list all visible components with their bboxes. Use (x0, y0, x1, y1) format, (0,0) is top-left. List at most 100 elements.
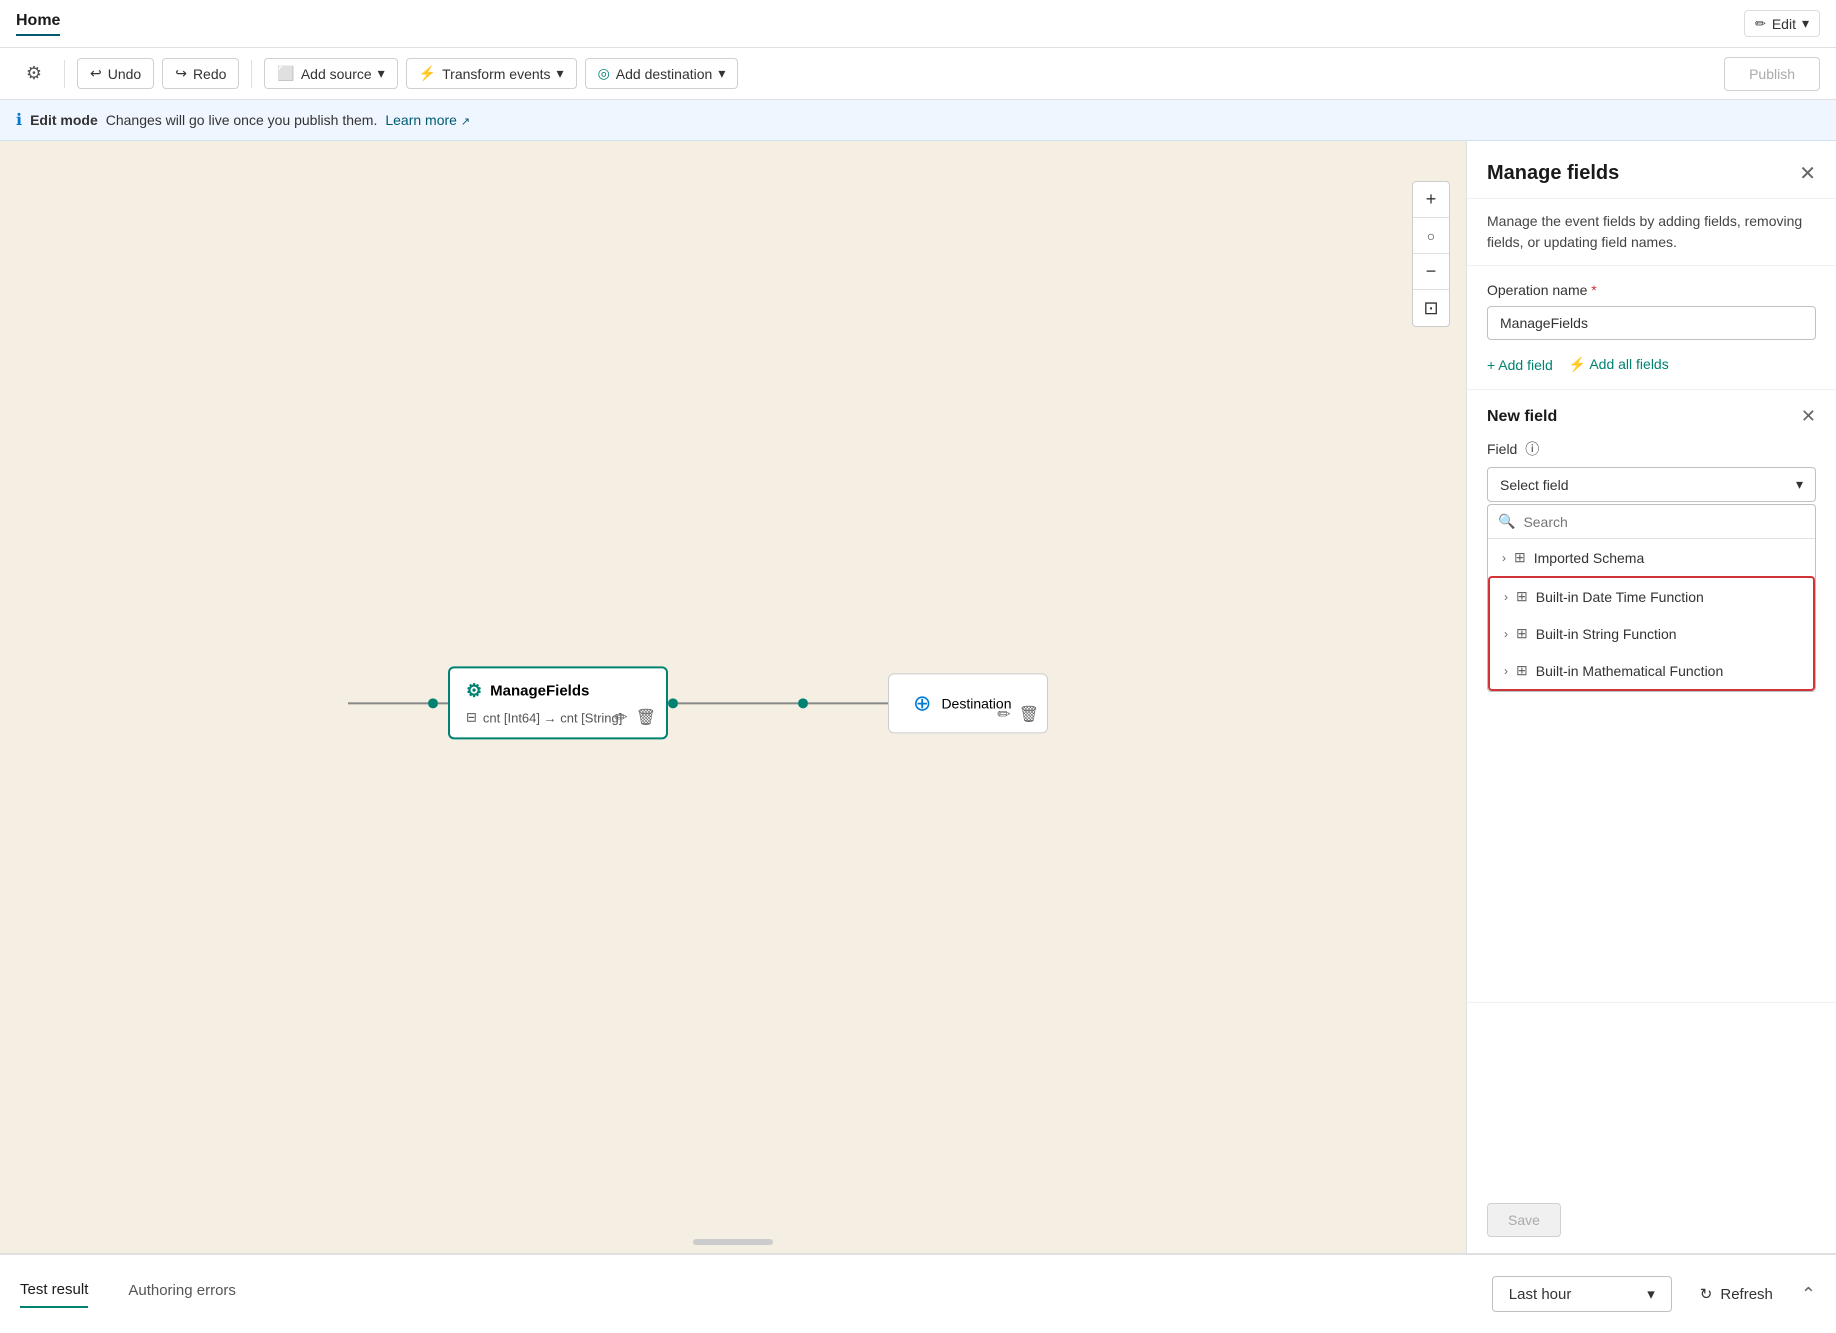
search-icon: 🔍 (1498, 513, 1515, 530)
canvas-circle-indicator: ○ (1413, 218, 1449, 254)
dropdown-item-string[interactable]: › ⊞ Built-in String Function (1490, 615, 1813, 652)
node-gear-icon: ⚙ (466, 680, 482, 701)
delete-node-button[interactable]: 🗑 (636, 707, 656, 727)
redo-button[interactable]: ↪ Redo (162, 58, 239, 89)
settings-button[interactable]: ⚙ (16, 56, 52, 92)
collapse-button[interactable]: ⌃ (1801, 1284, 1816, 1305)
redo-label: Redo (193, 66, 226, 82)
select-field-dropdown[interactable]: Select field ▾ (1487, 467, 1816, 502)
edit-destination-button[interactable]: ✏ (997, 704, 1010, 724)
new-field-close-button[interactable]: ✕ (1801, 406, 1816, 427)
panel-actions: + Add field ⚡ Add all fields (1487, 356, 1816, 373)
destination-actions: ✏ 🗑 (997, 704, 1039, 724)
node-title: ⚙ ManageFields (466, 680, 650, 701)
add-destination-button[interactable]: ◎ Add destination ▾ (585, 58, 739, 89)
tab-authoring-errors-label: Authoring errors (128, 1282, 236, 1299)
info-icon: ℹ (16, 110, 22, 130)
item-label-dt: Built-in Date Time Function (1536, 589, 1704, 605)
field-value: cnt [Int64] → cnt [String] (483, 710, 622, 725)
item-label: Imported Schema (1534, 550, 1645, 566)
chevron-icon-str: › (1504, 627, 1508, 641)
manage-fields-node[interactable]: ⚙ ManageFields ⊟ cnt [Int64] → cnt [Stri… (448, 666, 668, 739)
main-area: + ○ − ⊡ ⚙ ManageFields ⊟ cnt [Int64] (0, 141, 1836, 1253)
bottom-bar: Test result Authoring errors Last hour ▾… (0, 1253, 1836, 1333)
external-link-icon: ↗ (461, 116, 470, 128)
canvas-scrollbar[interactable] (693, 1239, 773, 1245)
undo-icon: ↩ (90, 65, 102, 82)
edit-node-button[interactable]: ✏ (614, 707, 627, 727)
panel-description: Manage the event fields by adding fields… (1467, 199, 1836, 266)
dropdown-item-datetime[interactable]: › ⊞ Built-in Date Time Function (1490, 578, 1813, 615)
redo-icon: ↪ (175, 65, 187, 82)
edit-icon: ✏ (1755, 16, 1766, 32)
delete-destination-button[interactable]: 🗑 (1019, 704, 1039, 724)
operation-name-input[interactable] (1487, 306, 1816, 340)
search-field-input[interactable] (1523, 514, 1805, 530)
add-field-button[interactable]: + Add field (1487, 356, 1553, 373)
refresh-icon: ↻ (1700, 1285, 1713, 1303)
edit-mode-bar: ℹ Edit mode Changes will go live once yo… (0, 100, 1836, 141)
flow-dot-in (428, 698, 438, 708)
add-source-chevron-icon: ▾ (378, 65, 385, 82)
learn-more-link[interactable]: Learn more ↗ (385, 112, 470, 128)
edit-label: Edit (1772, 16, 1796, 32)
flow-dot-mid (798, 698, 808, 708)
field-icon: ⊟ (466, 709, 477, 725)
learn-more-label: Learn more (385, 112, 457, 128)
publish-button[interactable]: Publish (1724, 57, 1820, 91)
panel-title: Manage fields (1487, 162, 1619, 185)
top-bar: Home ✏ Edit ▾ (0, 0, 1836, 48)
transform-events-button[interactable]: ⚡ Transform events ▾ (406, 58, 577, 89)
search-field-wrap: 🔍 (1488, 505, 1815, 539)
transform-chevron-icon: ▾ (557, 65, 564, 82)
time-select-dropdown[interactable]: Last hour ▾ (1492, 1276, 1672, 1312)
time-select-chevron-icon: ▾ (1647, 1285, 1655, 1303)
destination-node[interactable]: ⊕ Destination ✏ 🗑 (888, 673, 1048, 733)
chevron-icon-math: › (1504, 664, 1508, 678)
undo-button[interactable]: ↩ Undo (77, 58, 154, 89)
add-destination-icon: ◎ (598, 65, 610, 82)
item-label-str: Built-in String Function (1536, 626, 1677, 642)
bottom-right: Last hour ▾ ↻ Refresh ⌃ (1492, 1276, 1816, 1312)
select-field-placeholder: Select field (1500, 477, 1568, 493)
edit-button[interactable]: ✏ Edit ▾ (1744, 10, 1820, 37)
chevron-icon-dt: › (1504, 590, 1508, 604)
top-bar-left: Home (16, 12, 60, 36)
add-all-fields-label: ⚡ Add all fields (1569, 356, 1669, 373)
fit-button[interactable]: ⊡ (1413, 290, 1449, 326)
new-field-title: New field (1487, 408, 1557, 426)
tab-test-result-label: Test result (20, 1281, 88, 1298)
canvas[interactable]: + ○ − ⊡ ⚙ ManageFields ⊟ cnt [Int64] (0, 141, 1466, 1253)
add-destination-label: Add destination (616, 66, 713, 82)
panel-close-button[interactable]: ✕ (1799, 161, 1816, 186)
flow-line-dest (808, 702, 888, 704)
zoom-in-button[interactable]: + (1413, 182, 1449, 218)
node-title-text: ManageFields (490, 682, 589, 699)
zoom-out-button[interactable]: − (1413, 254, 1449, 290)
node-actions: ✏ 🗑 (614, 707, 656, 727)
edit-chevron-icon: ▾ (1802, 15, 1809, 32)
new-field-header: New field ✕ (1487, 406, 1816, 427)
save-button[interactable]: Save (1487, 1203, 1561, 1237)
add-all-fields-button[interactable]: ⚡ Add all fields (1569, 356, 1669, 373)
operation-name-label: Operation name * (1487, 282, 1816, 298)
grid-icon-dt: ⊞ (1516, 588, 1528, 605)
add-source-icon: ⬜ (277, 65, 294, 82)
undo-label: Undo (108, 66, 141, 82)
tab-test-result[interactable]: Test result (20, 1281, 88, 1308)
separator-2 (251, 60, 252, 88)
right-panel: Manage fields ✕ Manage the event fields … (1466, 141, 1836, 1253)
destination-icon: ⊕ (913, 690, 931, 716)
highlighted-group: › ⊞ Built-in Date Time Function › ⊞ Buil… (1488, 576, 1815, 691)
refresh-button[interactable]: ↻ Refresh (1688, 1277, 1785, 1311)
field-info-icon: ⓘ (1525, 441, 1539, 457)
panel-header: Manage fields ✕ (1467, 141, 1836, 199)
flow-dot-out (668, 698, 678, 708)
tab-authoring-errors[interactable]: Authoring errors (128, 1282, 236, 1307)
dropdown-menu: 🔍 › ⊞ Imported Schema › ⊞ Built-in Date (1487, 504, 1816, 692)
refresh-label: Refresh (1720, 1286, 1773, 1303)
add-field-label: + Add field (1487, 357, 1553, 373)
add-source-button[interactable]: ⬜ Add source ▾ (264, 58, 397, 89)
dropdown-item-math[interactable]: › ⊞ Built-in Mathematical Function (1490, 652, 1813, 689)
dropdown-item-imported-schema[interactable]: › ⊞ Imported Schema (1488, 539, 1815, 576)
